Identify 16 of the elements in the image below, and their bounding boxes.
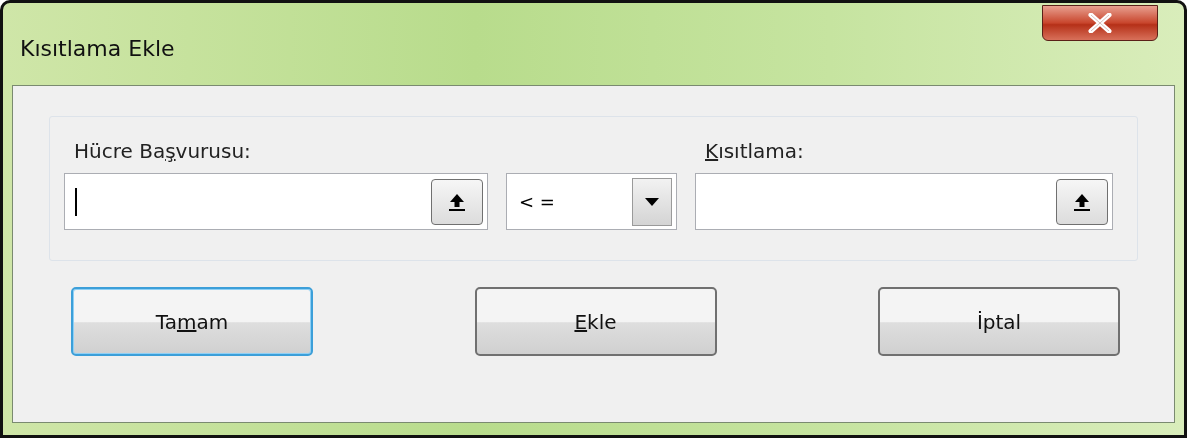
close-icon	[1087, 13, 1113, 33]
caret-icon	[645, 197, 659, 206]
close-button[interactable]	[1042, 5, 1158, 41]
collapse-button[interactable]	[431, 178, 483, 225]
dropdown-button[interactable]	[632, 177, 672, 226]
dialog-button[interactable]: Ekle	[474, 287, 717, 356]
field-label: Hücre Başvurusu:	[73, 139, 252, 163]
text-caret	[75, 188, 77, 216]
operator-dropdown[interactable]: < =	[506, 173, 677, 230]
constraint-field[interactable]	[695, 173, 1113, 230]
cell-reference-field[interactable]	[64, 173, 488, 230]
collapse-button[interactable]	[1056, 178, 1108, 225]
dialog-button[interactable]: Tamam	[71, 287, 313, 356]
field-label: Kısıtlama:	[704, 139, 805, 163]
window-title: Kısıtlama Ekle	[20, 36, 175, 61]
dialog-button[interactable]: İptal	[878, 287, 1120, 356]
